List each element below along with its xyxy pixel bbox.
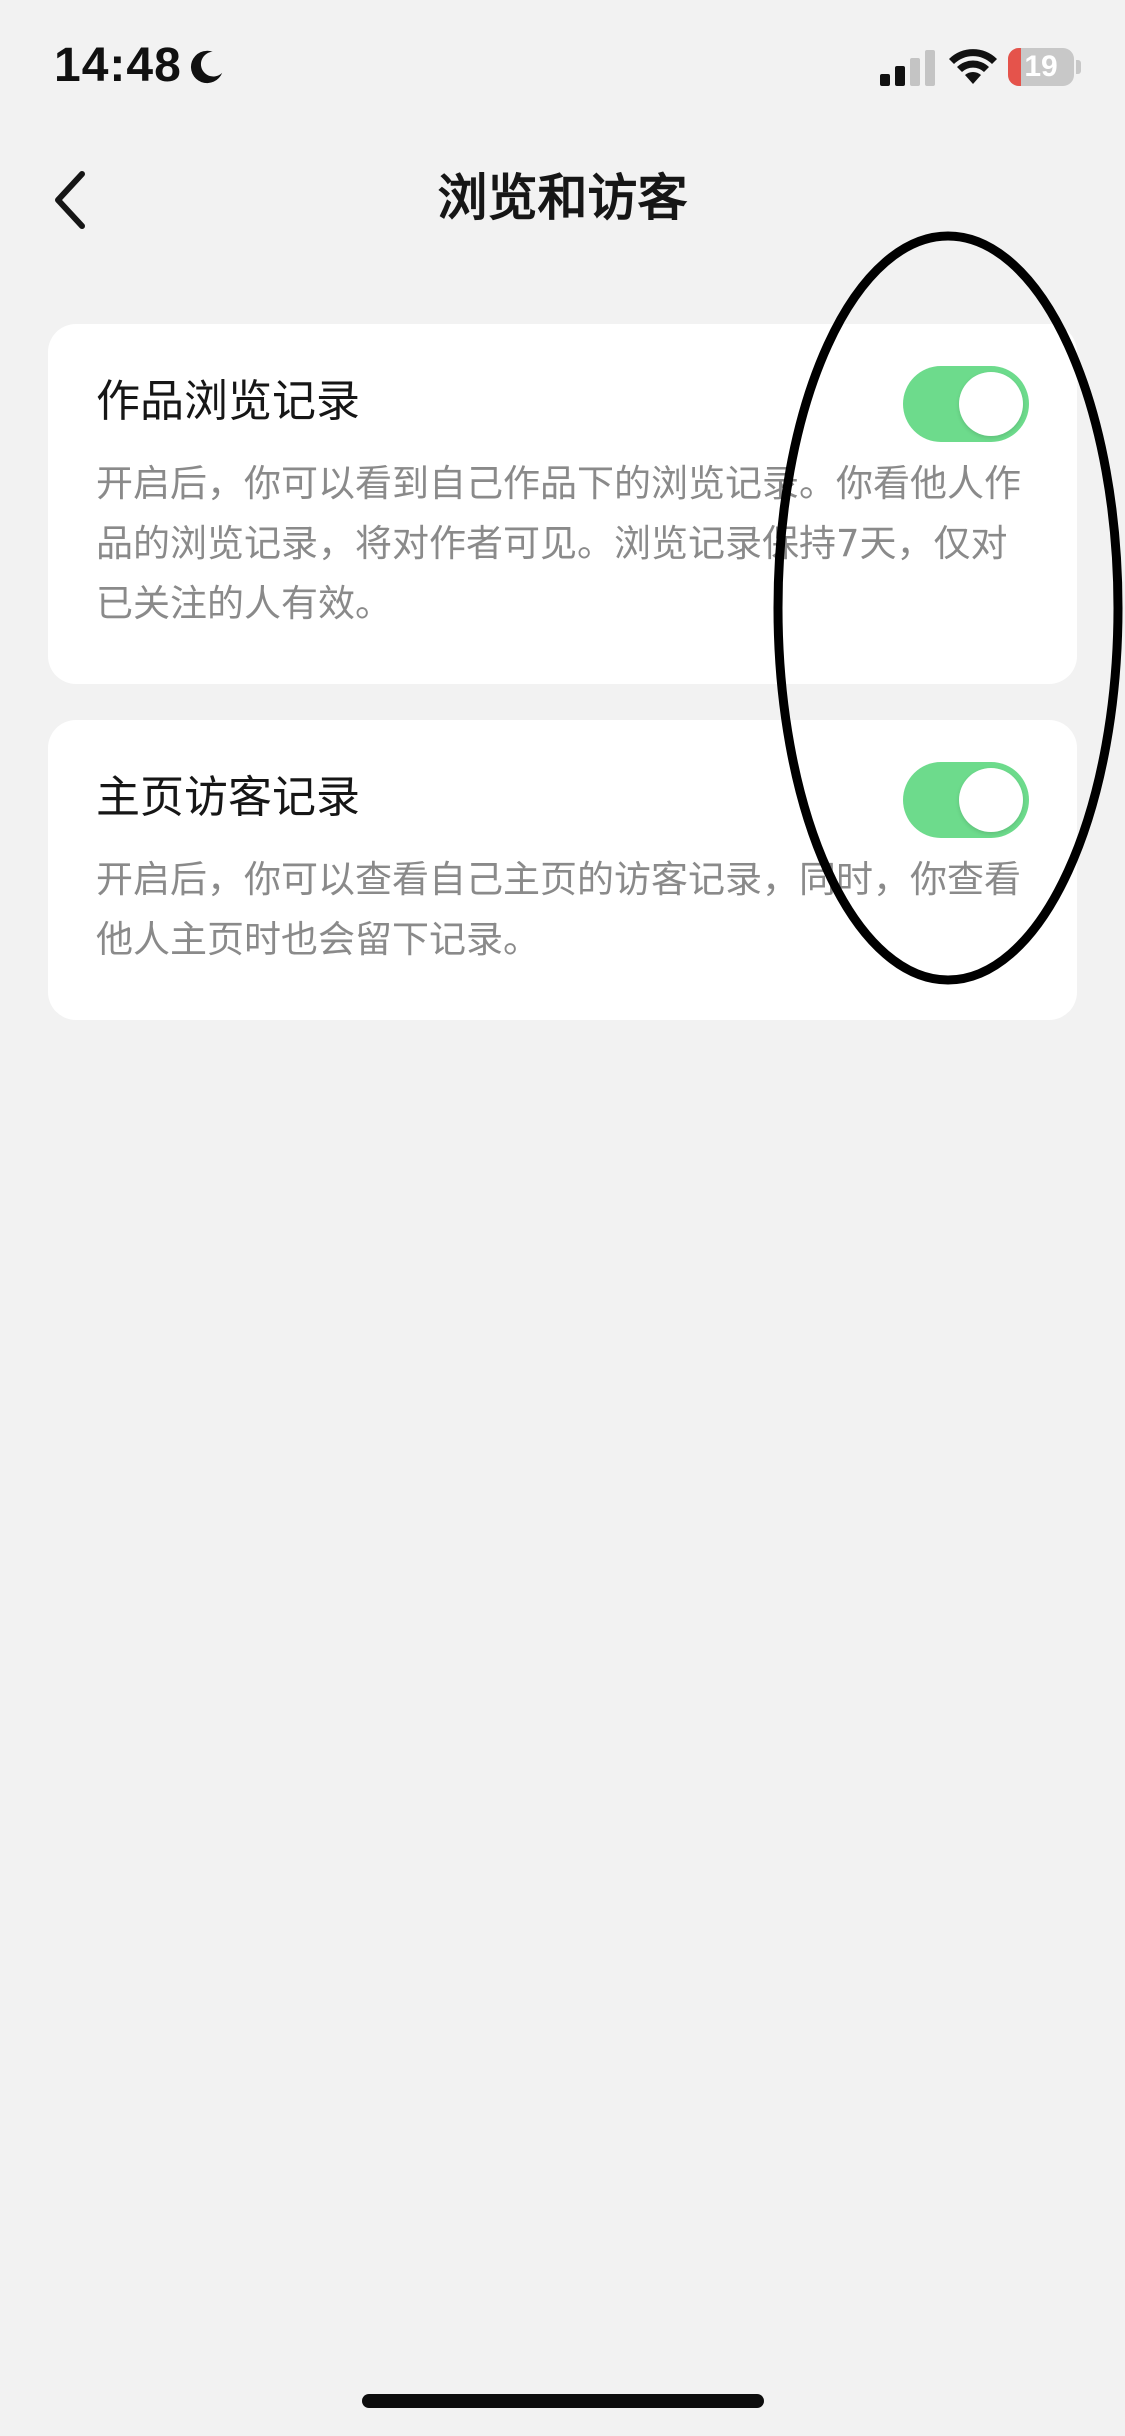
moon-icon [190, 50, 223, 84]
cellular-signal-icon [880, 50, 935, 86]
battery-tip [1076, 60, 1081, 74]
battery-indicator: 19 [1008, 48, 1081, 86]
home-indicator [362, 2394, 764, 2408]
profile-visitors-toggle[interactable] [903, 762, 1029, 838]
setting-title: 主页访客记录 [96, 772, 360, 823]
setting-description: 开启后，你可以查看自己主页的访客记录，同时，你查看他人主页时也会留下记录。 [96, 858, 1021, 961]
setting-card-work-views: 作品浏览记录 开启后，你可以看到自己作品下的浏览记录。你看他人作品的浏览记录，将… [48, 324, 1077, 684]
battery-body: 19 [1008, 48, 1074, 86]
battery-level: 19 [1024, 50, 1058, 83]
toggle-knob [959, 372, 1023, 436]
setting-card-profile-visitors: 主页访客记录 开启后，你可以查看自己主页的访客记录，同时，你查看他人主页时也会留… [48, 720, 1077, 1020]
status-bar: 14:48 19 [0, 0, 1125, 140]
toggle-knob [959, 768, 1023, 832]
setting-title: 作品浏览记录 [96, 376, 360, 427]
wifi-icon [949, 49, 997, 84]
status-time: 14:48 [54, 39, 182, 92]
work-views-toggle[interactable] [903, 366, 1029, 442]
setting-description: 开启后，你可以看到自己作品下的浏览记录。你看他人作品的浏览记录，将对作者可见。浏… [96, 462, 1021, 625]
page-title: 浏览和访客 [437, 169, 688, 227]
